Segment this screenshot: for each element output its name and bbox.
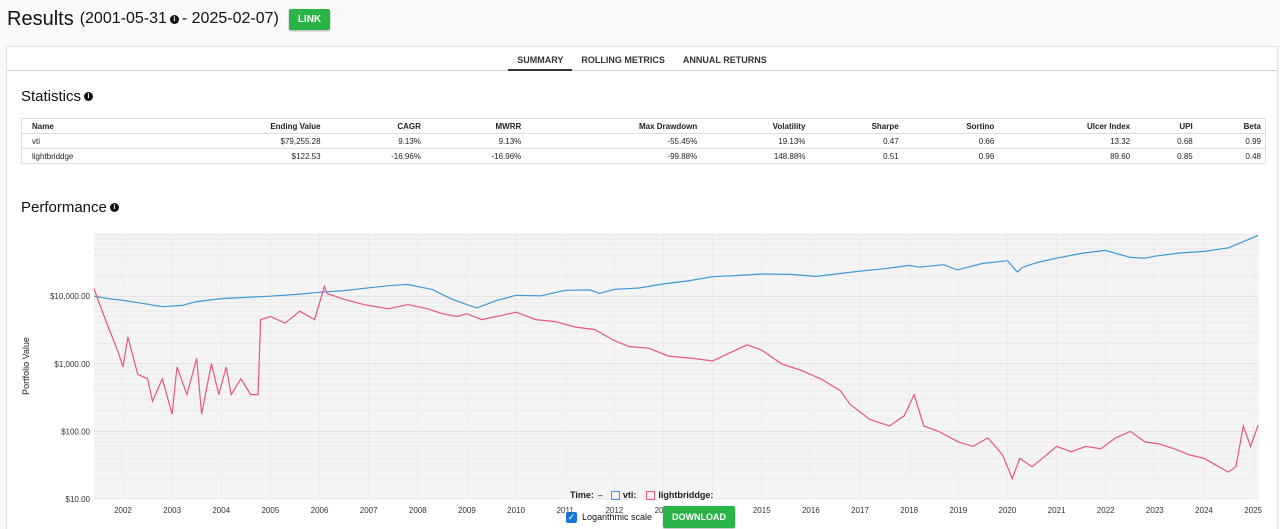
x-tick-label: 2009 (458, 506, 476, 515)
table-row: vti $79,255.28 9.13% 9.13% -55.45% 19.13… (21, 133, 1266, 149)
x-tick-label: 2019 (949, 506, 967, 515)
table-cell: 19.13% (701, 133, 810, 149)
date-start: (2001-05-31 (79, 10, 167, 27)
column-header[interactable]: Ending Value (169, 118, 325, 134)
performance-heading: Performance i (21, 199, 122, 216)
legend-time-label: Time: (570, 490, 594, 500)
log-scale-label: Logarithmic scale (582, 512, 653, 522)
y-tick-label: $1,000.00 (54, 360, 90, 369)
table-cell: 0.68 (1134, 133, 1197, 149)
table-cell: 0.85 (1134, 148, 1197, 164)
table-cell: 0.99 (1196, 133, 1266, 149)
table-cell: -55.45% (525, 133, 702, 149)
table-cell: 9.13% (324, 133, 425, 149)
table-cell: 0.96 (902, 148, 999, 164)
table-cell: 13.32 (998, 133, 1135, 149)
x-tick-label: 2004 (212, 506, 230, 515)
x-tick-label: 2024 (1195, 506, 1213, 515)
tab-bar: SUMMARY ROLLING METRICS ANNUAL RETURNS (7, 47, 1277, 71)
tab-rolling-metrics[interactable]: ROLLING METRICS (572, 47, 674, 71)
legend-item-lightbriddge[interactable]: lightbriddge: (646, 490, 713, 500)
table-cell: $79,255.28 (169, 133, 325, 149)
statistics-table: Name Ending Value CAGR MWRR Max Drawdown… (21, 118, 1266, 164)
legend-item-vti[interactable]: vti: (610, 490, 637, 500)
legend-time-value: – (597, 490, 603, 500)
column-header[interactable]: Sharpe (809, 118, 903, 134)
performance-title: Performance (21, 199, 107, 216)
x-tick-label: 2003 (163, 506, 181, 515)
x-tick-label: 2025 (1244, 506, 1262, 515)
legend-swatch-lightbriddge (646, 490, 656, 500)
info-icon[interactable]: i (84, 92, 94, 101)
tab-annual-returns[interactable]: ANNUAL RETURNS (674, 47, 776, 71)
column-header[interactable]: MWRR (424, 118, 526, 134)
plot-area (94, 233, 1259, 499)
chart-legend: Time: – vti: lightbriddge: (570, 490, 723, 500)
x-tick-label: 2017 (851, 506, 869, 515)
performance-chart[interactable]: 2002 2003 2004 2005 2006 2007 2008 2009 2010 2011… (7, 223, 1279, 523)
link-button[interactable]: LINK (288, 8, 331, 30)
x-tick-label: 2018 (900, 506, 918, 515)
table-cell: 89.60 (998, 148, 1135, 164)
table-cell: -16.96% (424, 148, 526, 164)
date-range: (2001-05-31 i - 2025-02-07) (80, 10, 279, 28)
x-tick-label: 2002 (114, 506, 132, 515)
legend-swatch-vti (610, 490, 620, 500)
x-tick-label: 2023 (1146, 506, 1164, 515)
y-axis-label: Portfolio Value (21, 337, 31, 395)
x-tick-label: 2020 (999, 506, 1017, 515)
legend-label-vti: vti: (622, 490, 637, 500)
column-header[interactable]: Sortino (902, 118, 999, 134)
table-cell: 148.88% (701, 148, 810, 164)
page-title: Results (7, 7, 74, 30)
table-cell: lightbriddge (21, 148, 170, 164)
table-cell: 0.66 (902, 133, 999, 149)
tab-summary[interactable]: SUMMARY (508, 47, 573, 71)
table-cell: vti (21, 133, 170, 149)
y-tick-label: $100.00 (61, 427, 90, 436)
table-cell: 0.51 (809, 148, 903, 164)
table-row: lightbriddge $122.53 -16.96% -16.96% -99… (21, 148, 1266, 164)
column-header[interactable]: Max Drawdown (525, 118, 702, 134)
x-tick-label: 2022 (1097, 506, 1115, 515)
date-end: - 2025-02-07) (181, 10, 279, 27)
results-card: SUMMARY ROLLING METRICS ANNUAL RETURNS S… (6, 46, 1278, 529)
column-header[interactable]: UPI (1134, 118, 1197, 134)
table-cell: $122.53 (169, 148, 325, 164)
legend-label-lightbriddge: lightbriddge: (658, 490, 714, 500)
table-cell: 0.48 (1196, 148, 1266, 164)
x-tick-label: 2010 (507, 506, 525, 515)
statistics-title: Statistics (21, 88, 82, 105)
column-header[interactable]: Ulcer Index (998, 118, 1135, 134)
table-cell: -16.96% (324, 148, 425, 164)
download-button[interactable]: DOWNLOAD (663, 506, 736, 528)
statistics-heading: Statistics i (21, 88, 96, 105)
chart-controls: ✓ Logarithmic scale DOWNLOAD (566, 506, 736, 528)
info-icon[interactable]: i (169, 14, 179, 24)
x-tick-label: 2007 (360, 506, 378, 515)
x-tick-label: 2008 (409, 506, 427, 515)
log-scale-checkbox[interactable]: ✓ (566, 511, 577, 523)
column-header[interactable]: Volatility (701, 118, 810, 134)
y-tick-label: $10,000.00 (50, 292, 91, 301)
x-tick-label: 2005 (261, 506, 279, 515)
x-tick-label: 2021 (1048, 506, 1066, 515)
table-cell: -99.88% (525, 148, 702, 164)
x-tick-label: 2006 (311, 506, 329, 515)
table-cell: 0.47 (809, 133, 903, 149)
column-header[interactable]: CAGR (324, 118, 425, 134)
x-tick-label: 2015 (753, 506, 771, 515)
table-header-row: Name Ending Value CAGR MWRR Max Drawdown… (21, 118, 1266, 134)
performance-chart-svg[interactable]: 2002 2003 2004 2005 2006 2007 2008 2009 2010 2011… (7, 223, 1279, 523)
info-icon[interactable]: i (109, 203, 119, 212)
x-tick-label: 2016 (802, 506, 820, 515)
results-header: Results (2001-05-31 i - 2025-02-07) LINK (7, 6, 331, 32)
table-cell: 9.13% (424, 133, 526, 149)
column-header[interactable]: Name (21, 118, 170, 134)
column-header[interactable]: Beta (1196, 118, 1266, 134)
y-tick-label: $10.00 (66, 495, 91, 504)
